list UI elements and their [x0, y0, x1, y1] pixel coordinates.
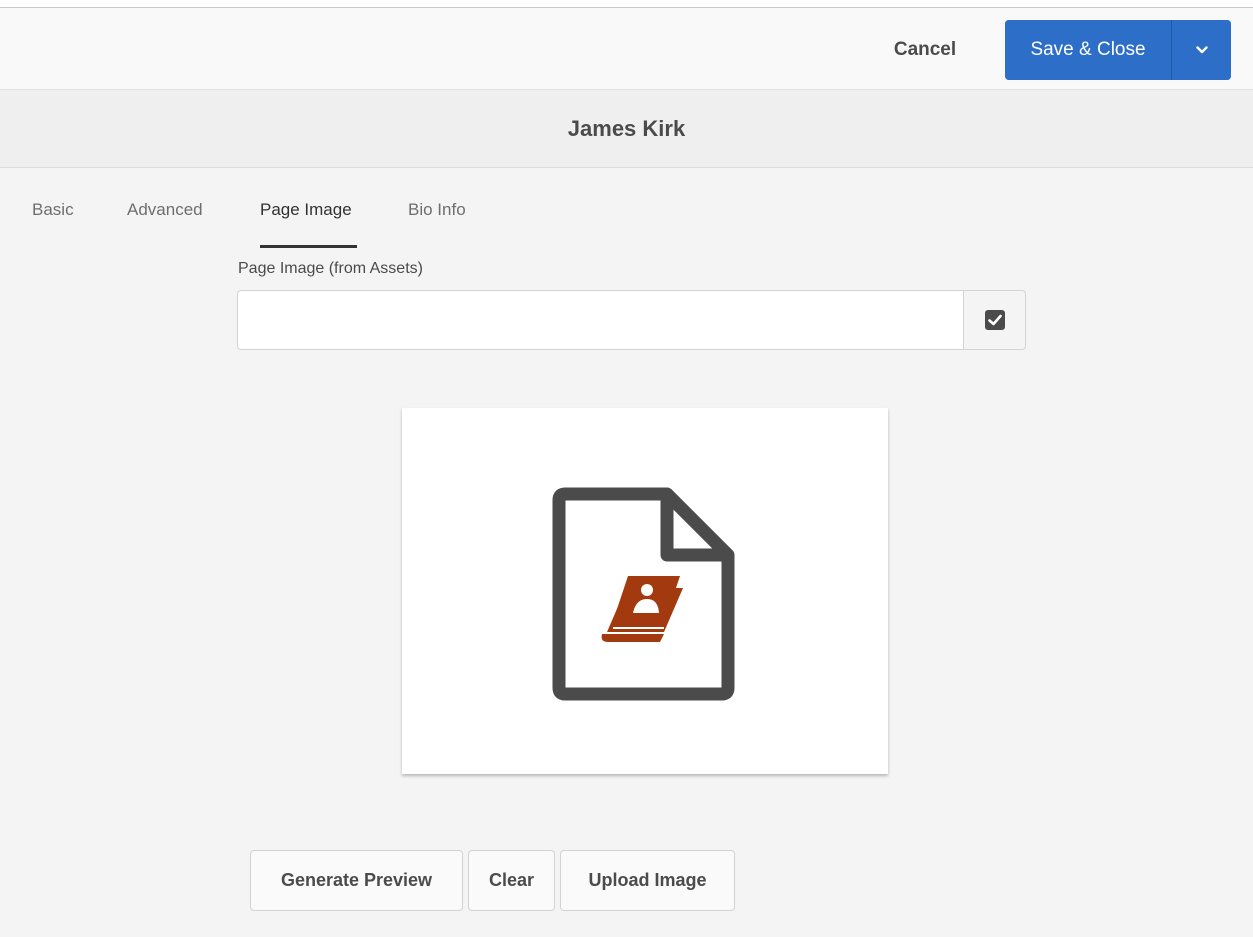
save-options-dropdown[interactable]	[1172, 20, 1231, 80]
tab-basic[interactable]: Basic	[32, 200, 74, 246]
cancel-button[interactable]: Cancel	[872, 30, 978, 70]
document-contact-book-icon	[552, 487, 735, 701]
image-preview-card	[402, 408, 888, 774]
save-button-group: Save & Close	[1005, 20, 1231, 80]
clear-button[interactable]: Clear	[468, 850, 555, 911]
active-tab-indicator	[260, 245, 357, 248]
asset-picker-button[interactable]	[963, 290, 1026, 350]
upload-image-button[interactable]: Upload Image	[560, 850, 735, 911]
dialog-title-bar: James Kirk	[0, 90, 1253, 168]
tab-list: Basic Advanced Page Image Bio Info	[0, 168, 1253, 248]
checkbox-picker-icon	[984, 310, 1005, 330]
page-image-path-input[interactable]	[237, 290, 964, 350]
tab-page-image[interactable]: Page Image	[260, 200, 352, 246]
tab-advanced[interactable]: Advanced	[127, 200, 203, 246]
chevron-down-icon	[1195, 46, 1208, 54]
dialog-title: James Kirk	[567, 115, 686, 141]
dialog-toolbar: Cancel Save & Close	[0, 8, 1253, 90]
generate-preview-button[interactable]: Generate Preview	[250, 850, 463, 911]
save-close-button[interactable]: Save & Close	[1005, 20, 1171, 80]
page-image-field-label: Page Image (from Assets)	[238, 260, 423, 277]
tab-bio-info[interactable]: Bio Info	[408, 200, 466, 246]
top-border	[0, 0, 1253, 8]
